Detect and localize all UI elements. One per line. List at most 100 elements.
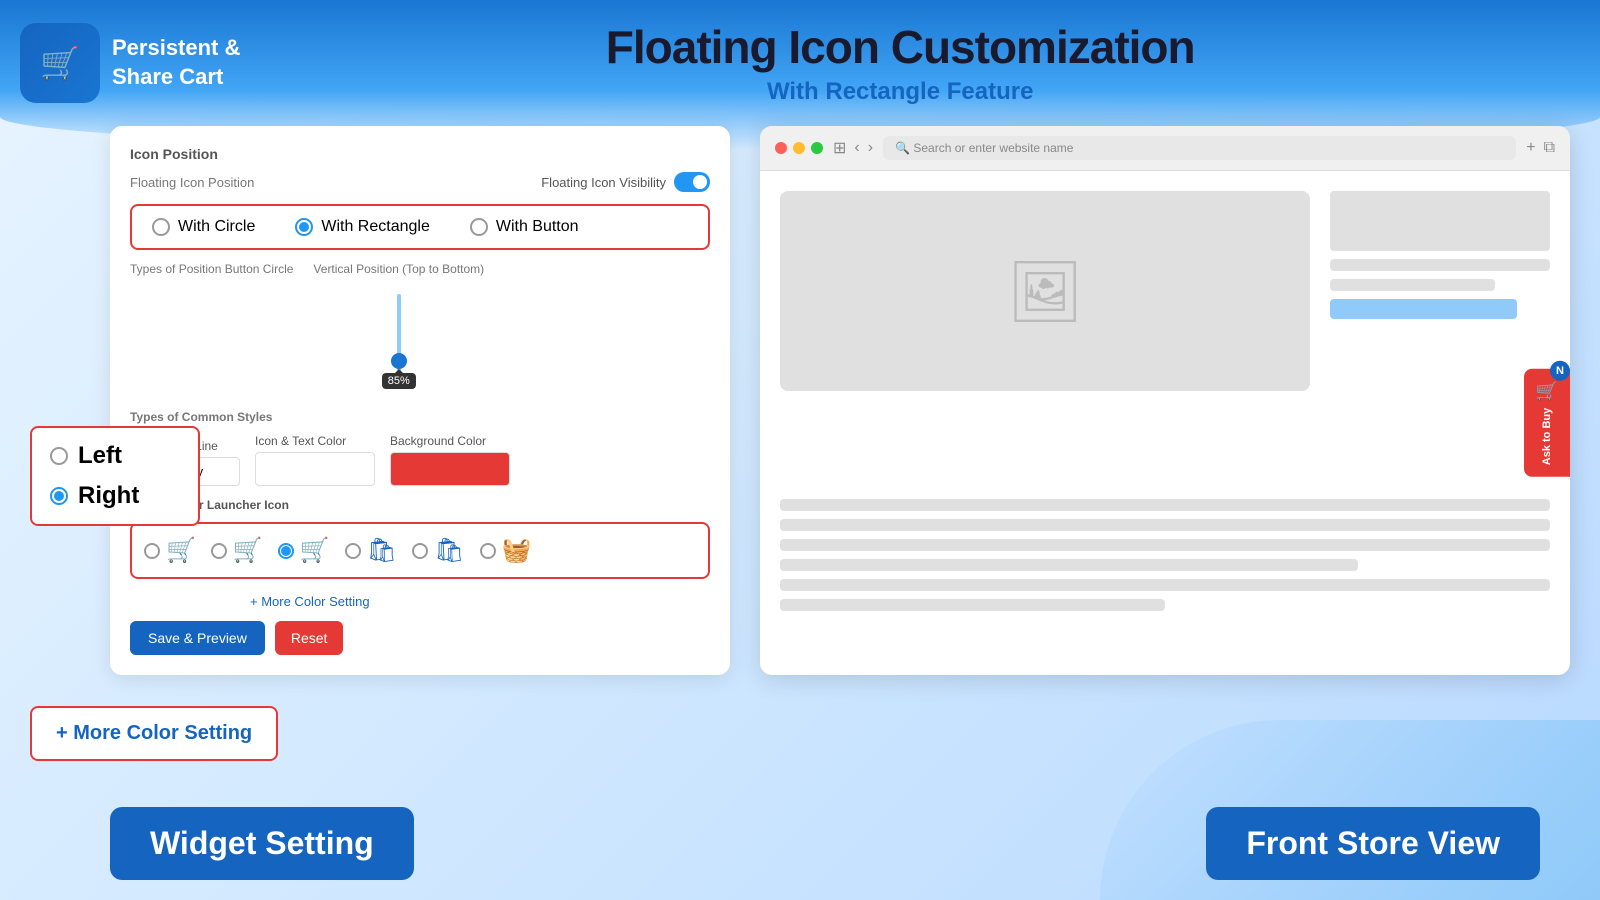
slider-track: 85%: [397, 294, 401, 384]
cart-icon-5: 🛍: [434, 536, 464, 565]
icon-opt-3[interactable]: 🛒: [278, 536, 330, 565]
with-button-radio[interactable]: [470, 218, 488, 236]
header: 🛒 Persistent & Share Cart Floating Icon …: [0, 0, 1600, 116]
visibility-toggle[interactable]: [674, 172, 710, 192]
with-rectangle-label: With Rectangle: [321, 218, 430, 236]
cart-icon-6: 🧺: [502, 536, 532, 565]
radio-options-bar: With Circle With Rectangle With Button: [130, 204, 710, 250]
address-placeholder: Search or enter website name: [913, 141, 1073, 155]
settings-panel: Left Right + More Color Setting Icon Pos…: [30, 126, 730, 675]
fw-line-3: [780, 539, 1550, 551]
right-label: Right: [78, 482, 139, 510]
browser-dots: [775, 142, 823, 154]
with-circle-label: With Circle: [178, 218, 255, 236]
sub-title: With Rectangle Feature: [240, 78, 1560, 106]
more-color-btn-label: + More Color Setting: [56, 722, 252, 745]
front-store-button[interactable]: Front Store View: [1206, 807, 1540, 880]
two-col-layout: Types of Position Button Circle Vertical…: [130, 262, 710, 404]
icon-opt-5[interactable]: 🛍: [412, 536, 464, 565]
common-styles-label: Types of Common Styles: [130, 410, 710, 424]
slider-thumb[interactable]: 85%: [391, 353, 407, 369]
left-radio[interactable]: [50, 447, 68, 465]
product-image: 🖼: [780, 191, 1310, 391]
right-radio[interactable]: [50, 487, 68, 505]
copy-icon[interactable]: ⧉: [1544, 139, 1555, 157]
action-buttons: Save & Preview Reset: [130, 621, 710, 655]
with-button-label: With Button: [496, 218, 579, 236]
content-line-2: [1330, 259, 1550, 271]
icon-radio-1[interactable]: [144, 543, 160, 559]
icon-radio-6[interactable]: [480, 543, 496, 559]
common-styles-row: Display Tag Line Icon & Text Color Backg…: [130, 434, 710, 486]
fw-line-2: [780, 519, 1550, 531]
with-rectangle-radio[interactable]: [295, 218, 313, 236]
icon-selector: 🛒 🛒 🛒 🛍 🛍: [130, 522, 710, 579]
visibility-row: Floating Icon Visibility: [541, 172, 710, 192]
vertical-slider-area: 85%: [313, 284, 484, 404]
dot-green[interactable]: [811, 142, 823, 154]
icon-opt-6[interactable]: 🧺: [480, 536, 532, 565]
back-icon[interactable]: ‹: [854, 139, 859, 157]
logo-area: 🛒 Persistent & Share Cart: [20, 23, 240, 103]
with-rectangle-option[interactable]: With Rectangle: [295, 218, 430, 236]
icon-radio-3[interactable]: [278, 543, 294, 559]
icon-radio-5[interactable]: [412, 543, 428, 559]
image-placeholder-icon: 🖼: [1007, 256, 1083, 327]
browser-bar: ⊞ ‹ › 🔍 Search or enter website name + ⧉: [760, 126, 1570, 171]
more-color-big-button[interactable]: + More Color Setting: [30, 706, 278, 761]
with-button-option[interactable]: With Button: [470, 218, 579, 236]
icon-radio-4[interactable]: [345, 543, 361, 559]
choose-launcher-label: Choose Your Launcher Icon: [130, 498, 710, 512]
content-lines-right: [1330, 191, 1550, 363]
widget-card: Icon Position Floating Icon Position Flo…: [110, 126, 730, 675]
cart-icon-3: 🛒: [300, 536, 330, 565]
logo-text: Persistent & Share Cart: [112, 34, 240, 91]
float-cart-icon: 🛒: [1536, 381, 1558, 402]
browser-controls: ⊞ ‹ ›: [833, 138, 873, 158]
save-preview-button[interactable]: Save & Preview: [130, 621, 265, 655]
background-color-swatch[interactable]: [390, 452, 510, 486]
vertical-col: Vertical Position (Top to Bottom) 85%: [313, 262, 484, 404]
with-circle-option[interactable]: With Circle: [152, 218, 255, 236]
browser-actions: + ⧉: [1526, 139, 1555, 157]
search-icon: 🔍: [895, 141, 910, 155]
icon-text-color-field: Icon & Text Color: [255, 434, 375, 486]
more-color-link[interactable]: + More Color Setting: [250, 594, 370, 609]
float-badge: N: [1550, 361, 1570, 381]
fw-line-5: [780, 579, 1550, 591]
logo-icon: 🛒: [40, 44, 80, 82]
window-icon[interactable]: ⊞: [833, 138, 846, 158]
reset-button[interactable]: Reset: [275, 621, 344, 655]
dot-red[interactable]: [775, 142, 787, 154]
lr-group: Left Right: [30, 426, 200, 526]
icon-opt-1[interactable]: 🛒: [144, 536, 196, 565]
types-col: Types of Position Button Circle: [130, 262, 293, 404]
left-option[interactable]: Left: [50, 442, 180, 470]
content-line-1: [1330, 191, 1550, 251]
content-line-highlight: [1330, 299, 1517, 319]
fw-line-4: [780, 559, 1358, 571]
fw-line-6: [780, 599, 1165, 611]
vertical-label: Vertical Position (Top to Bottom): [313, 262, 484, 276]
right-option[interactable]: Right: [50, 482, 180, 510]
content-area: Left Right + More Color Setting Icon Pos…: [0, 126, 1600, 675]
icon-text-color-swatch[interactable]: [255, 452, 375, 486]
content-line-3: [1330, 279, 1495, 291]
plus-icon[interactable]: +: [1526, 139, 1535, 157]
forward-icon[interactable]: ›: [868, 139, 873, 157]
background-color-label: Background Color: [390, 434, 510, 448]
icon-radio-2[interactable]: [211, 543, 227, 559]
icon-text-color-label: Icon & Text Color: [255, 434, 375, 448]
cart-icon-1: 🛒: [166, 536, 196, 565]
types-label: Types of Position Button Circle: [130, 262, 293, 276]
with-circle-radio[interactable]: [152, 218, 170, 236]
background-color-field: Background Color: [390, 434, 510, 486]
icon-opt-2[interactable]: 🛒: [211, 536, 263, 565]
dot-yellow[interactable]: [793, 142, 805, 154]
icon-opt-4[interactable]: 🛍: [345, 536, 397, 565]
bottom-labels: Widget Setting Front Store View: [0, 807, 1600, 880]
floating-rectangle-button[interactable]: N 🛒 Ask to Buy: [1524, 369, 1570, 477]
main-title: Floating Icon Customization: [240, 20, 1560, 74]
address-bar[interactable]: 🔍 Search or enter website name: [883, 136, 1516, 160]
widget-setting-button[interactable]: Widget Setting: [110, 807, 414, 880]
